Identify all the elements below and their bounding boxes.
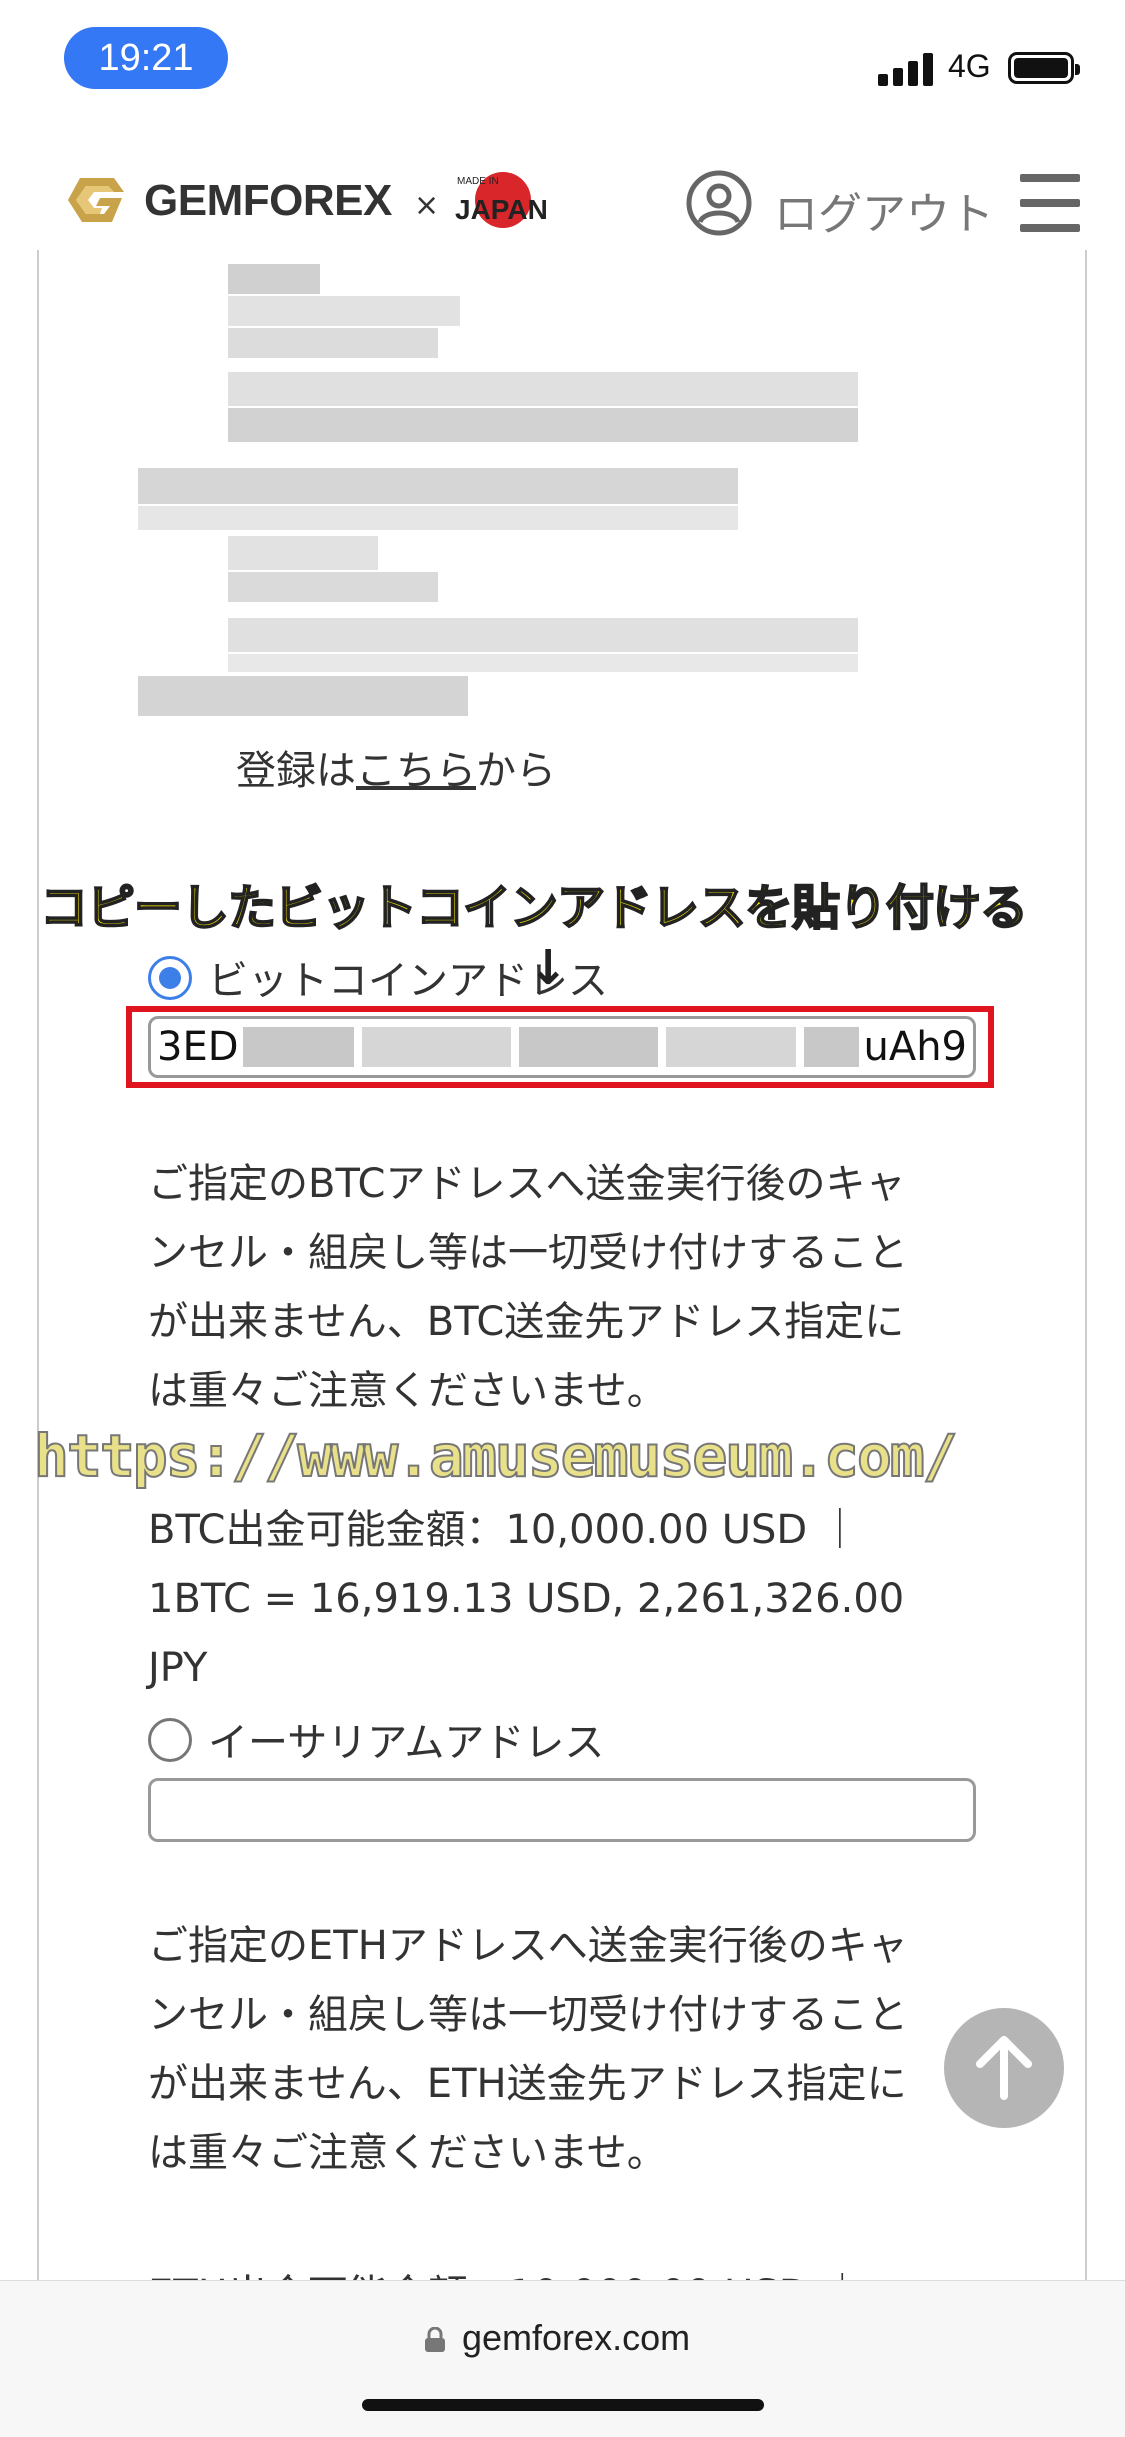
register-text: 登録はこちらから <box>236 748 556 794</box>
btc-withdrawal-limit: BTC出金可能金額：10,000.00 USD ｜ 1BTC = 16,919.… <box>148 1507 905 1691</box>
eth-radio[interactable] <box>148 1718 192 1762</box>
arrow-up-icon <box>976 2036 1032 2100</box>
status-time: 19:21 <box>64 27 228 89</box>
lock-icon <box>425 2327 445 2352</box>
btc-notice: ご指定のBTCアドレスへ送金実行後のキャ ンセル・組戻し等は一切受け付けすること… <box>148 1161 908 1414</box>
url-text[interactable]: gemforex.com <box>462 2317 690 2359</box>
user-icon[interactable] <box>686 170 752 236</box>
btc-radio[interactable] <box>148 956 192 1000</box>
content-frame-right <box>1085 250 1087 2280</box>
gemforex-logo-icon[interactable] <box>66 172 128 234</box>
logout-link[interactable]: ログアウト <box>774 178 994 242</box>
brand-name[interactable]: GEMFOREX <box>144 176 392 226</box>
collab-separator: × <box>414 188 440 223</box>
browser-address-bar[interactable]: gemforex.com <box>0 2280 1125 2437</box>
hamburger-menu-icon[interactable] <box>1020 174 1080 232</box>
scroll-to-top-button[interactable] <box>944 2008 1064 2128</box>
eth-address-label: イーサリアムアドレス <box>208 1720 605 1766</box>
home-indicator[interactable] <box>362 2399 764 2411</box>
network-type: 4G <box>948 48 991 84</box>
btc-address-input[interactable]: 3ED uAh9 <box>148 1016 976 1078</box>
battery-icon <box>1008 52 1080 84</box>
annotation-caption: コピーしたビットコインアドレスを貼り付ける <box>39 879 1029 937</box>
cellular-signal-icon <box>878 52 934 86</box>
watermark-url: https://www.amusemuseum.com/ <box>33 1421 959 1491</box>
content-frame-left <box>37 250 39 2280</box>
made-in-japan-logo: MADE IN JAPAN <box>455 168 551 232</box>
eth-notice: ご指定のETHアドレスへ送金実行後のキャ ンセル・組戻し等は一切受け付けすること… <box>148 1923 908 2176</box>
register-link[interactable]: こちら <box>356 748 476 794</box>
eth-address-input[interactable] <box>148 1778 976 1842</box>
annotation-arrow: ↓ <box>528 940 569 996</box>
eth-withdrawal-limit: ETH出金可能金額：10,000.00 USD ｜ <box>148 2262 862 2280</box>
site-header: GEMFOREX × MADE IN JAPAN ログアウト <box>0 150 1125 250</box>
